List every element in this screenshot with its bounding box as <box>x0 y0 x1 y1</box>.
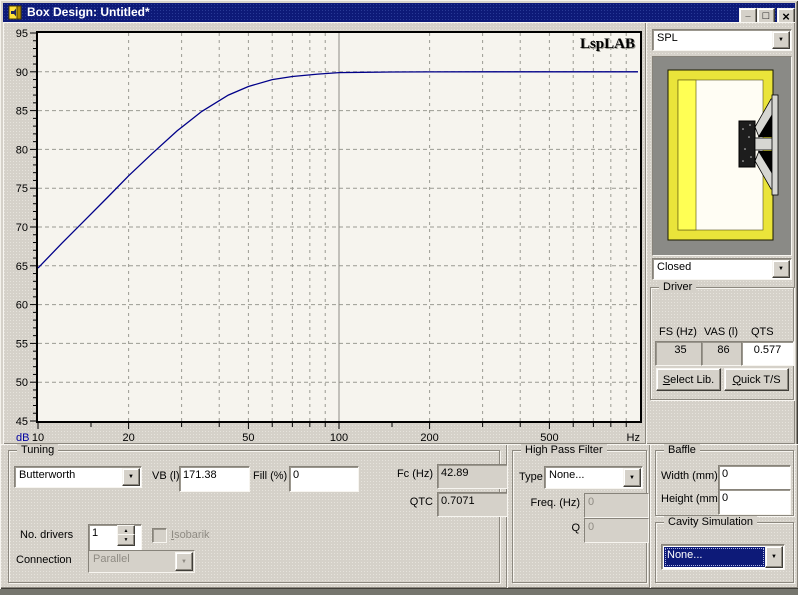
hpf-q-field: 0 <box>584 518 649 543</box>
enclosure-preview <box>652 56 792 256</box>
baffle-group-title: Baffle <box>664 444 700 456</box>
chevron-down-icon: ▼ <box>175 552 193 571</box>
svg-text:65: 65 <box>16 261 28 273</box>
vas-label: VAS (l) <box>704 326 738 338</box>
chevron-down-icon[interactable]: ▼ <box>772 31 790 49</box>
hpf-freq-field: 0 <box>584 493 649 518</box>
alignment-value: Butterworth <box>19 469 122 481</box>
svg-text:20: 20 <box>122 432 134 444</box>
enclosure-diagram <box>653 57 789 253</box>
svg-text:50: 50 <box>242 432 254 444</box>
svg-text:100: 100 <box>330 432 348 444</box>
svg-text:Hz: Hz <box>627 432 640 444</box>
close-icon: × <box>782 10 790 23</box>
connection-value: Parallel <box>93 553 175 565</box>
hpf-type-select[interactable]: None... ▼ <box>544 466 643 489</box>
app-icon <box>8 5 23 20</box>
select-lib-button[interactable]: Select Lib. <box>656 368 721 391</box>
chevron-down-icon[interactable]: ▼ <box>122 468 140 486</box>
connection-select: Parallel ▼ <box>88 550 195 573</box>
enclosure-type-select[interactable]: Closed ▼ <box>652 258 792 280</box>
baffle-height-field[interactable]: 0 <box>718 489 791 515</box>
fs-label: FS (Hz) <box>659 326 697 338</box>
svg-text:85: 85 <box>16 106 28 118</box>
view-select[interactable]: SPL ▼ <box>652 29 792 51</box>
vb-label: VB (l) <box>152 470 180 482</box>
connection-label: Connection <box>16 554 72 566</box>
title-bar: Box Design: Untitled* _ □ × <box>3 3 795 22</box>
spin-down-icon: ▼ <box>124 538 129 543</box>
cavity-group-title: Cavity Simulation <box>664 516 757 528</box>
desktop-strip <box>0 589 798 595</box>
svg-text:500: 500 <box>540 432 558 444</box>
minimize-icon: _ <box>745 9 750 18</box>
svg-text:45: 45 <box>16 416 28 428</box>
enclosure-type-value: Closed <box>657 261 772 273</box>
qtc-field: 0.7071 <box>437 492 509 517</box>
isobarik-checkbox <box>152 528 167 543</box>
drivers-spin-down-button[interactable]: ▼ <box>117 534 135 546</box>
baffle-width-field[interactable]: 0 <box>718 465 791 491</box>
baffle-width-label: Width (mm) <box>661 470 718 482</box>
svg-text:dB: dB <box>16 432 29 444</box>
no-drivers-label: No. drivers <box>20 529 73 541</box>
isobarik-label: Isobarik <box>171 529 210 541</box>
svg-text:75: 75 <box>16 183 28 195</box>
maximize-icon: □ <box>763 11 770 22</box>
chevron-down-icon[interactable]: ▼ <box>765 546 783 568</box>
svg-text:80: 80 <box>16 144 28 156</box>
qts-field[interactable]: 0.577 <box>741 341 794 366</box>
hpf-type-label: Type <box>519 471 543 483</box>
fc-label: Fc (Hz) <box>383 468 433 480</box>
svg-text:70: 70 <box>16 222 28 234</box>
fill-field[interactable]: 0 <box>289 466 359 492</box>
qtc-label: QTC <box>383 496 433 508</box>
view-select-value: SPL <box>657 32 772 44</box>
fill-label: Fill (%) <box>253 470 287 482</box>
app-window: Box Design: Untitled* _ □ × 45 50 55 60 65 70… <box>0 0 798 589</box>
chart-panel: 45 50 55 60 65 70 75 80 85 90 95 10 20 50 100 200 500 dB H… <box>3 22 646 444</box>
svg-text:LspLAB: LspLAB <box>580 36 635 52</box>
vas-field: 86 <box>701 341 746 366</box>
chevron-down-icon[interactable]: ▼ <box>623 468 641 487</box>
chevron-down-icon[interactable]: ▼ <box>772 260 790 278</box>
fs-field: 35 <box>655 341 706 366</box>
baffle-height-label: Height (mm) <box>661 493 722 505</box>
hpf-freq-label: Freq. (Hz) <box>520 497 580 509</box>
tuning-group-title: Tuning <box>17 444 58 456</box>
svg-text:55: 55 <box>16 338 28 350</box>
quick-ts-button[interactable]: Quick T/S <box>724 368 789 391</box>
high-pass-group-title: High Pass Filter <box>521 444 607 456</box>
svg-text:10: 10 <box>32 432 44 444</box>
alignment-select[interactable]: Butterworth ▼ <box>14 466 142 488</box>
hpf-q-label: Q <box>520 522 580 534</box>
driver-group-title: Driver <box>659 281 696 293</box>
cavity-select[interactable]: None... ▼ <box>661 544 785 570</box>
svg-text:50: 50 <box>16 377 28 389</box>
spl-chart: 45 50 55 60 65 70 75 80 85 90 95 10 20 50 100 200 500 dB H… <box>3 22 646 444</box>
cavity-select-value: None... <box>664 547 765 567</box>
svg-text:60: 60 <box>16 300 28 312</box>
svg-text:200: 200 <box>420 432 438 444</box>
hpf-type-value: None... <box>549 469 623 481</box>
qts-label: QTS <box>751 326 774 338</box>
svg-text:95: 95 <box>16 28 28 40</box>
fc-field: 42.89 <box>437 464 509 489</box>
svg-text:90: 90 <box>16 67 28 79</box>
vb-field[interactable]: 171.38 <box>179 466 250 492</box>
spin-up-icon: ▲ <box>124 529 129 534</box>
window-title: Box Design: Untitled* <box>27 5 150 19</box>
